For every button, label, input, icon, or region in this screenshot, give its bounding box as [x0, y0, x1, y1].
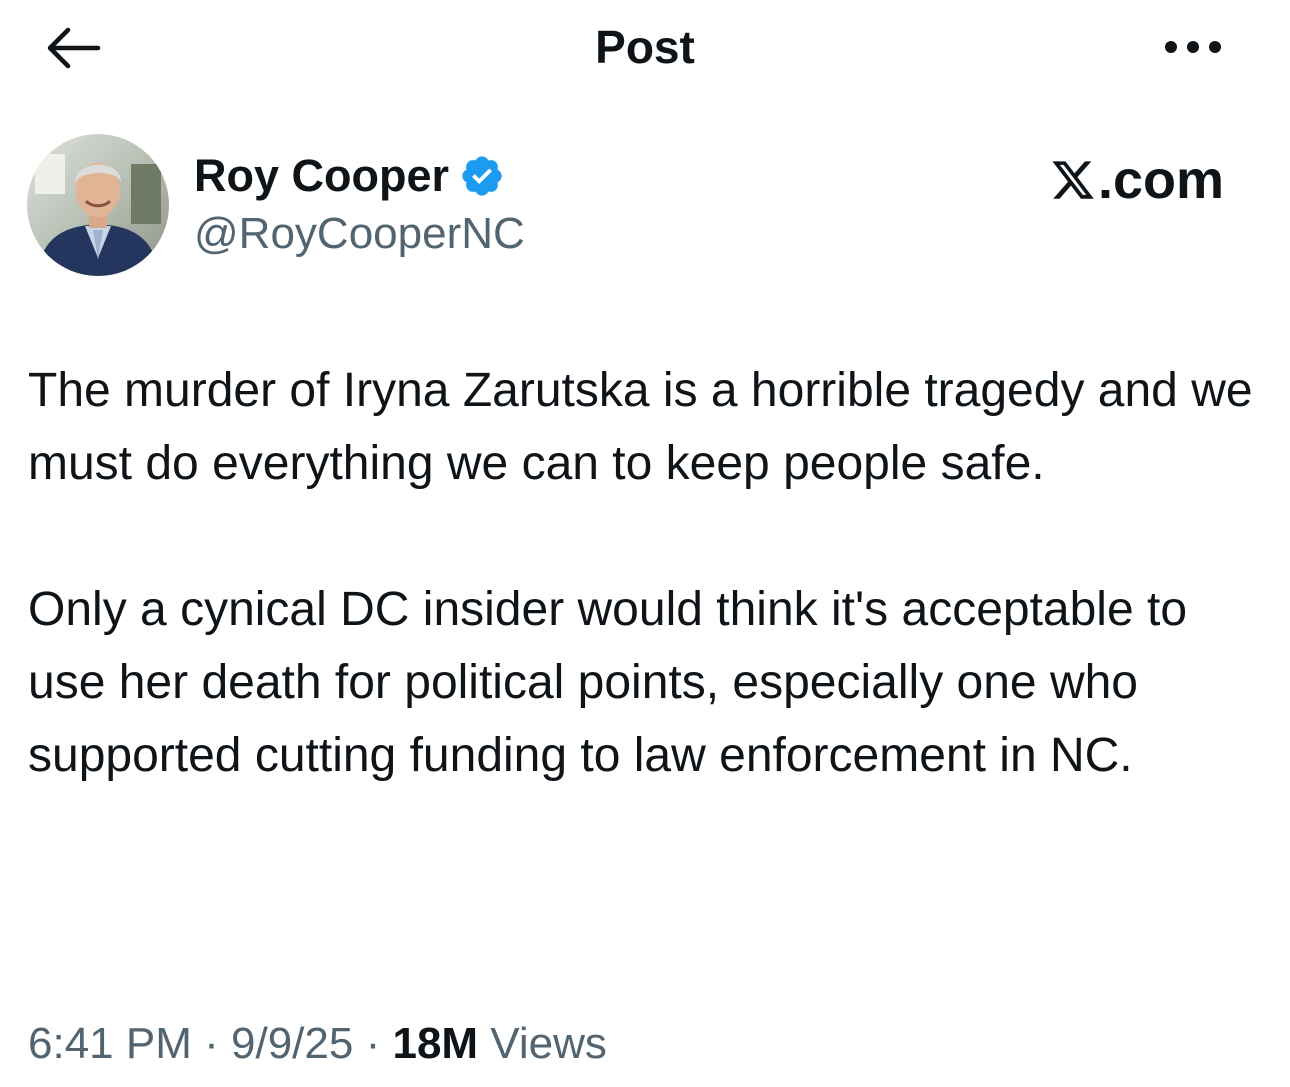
x-logo-icon [1052, 161, 1094, 199]
verified-badge-icon [459, 153, 505, 199]
tweet-paragraph: Only a cynical DC insider would think it… [28, 583, 1188, 782]
top-bar: Post [0, 0, 1290, 96]
author-handle[interactable]: @RoyCooperNC [194, 206, 525, 262]
tweet-text: The murder of Iryna Zarutska is a horrib… [28, 354, 1258, 792]
meta-separator: · [365, 1019, 381, 1068]
meta-separator: · [204, 1019, 219, 1068]
source-label: .com [1098, 150, 1225, 210]
page-title: Post [595, 21, 695, 73]
post-date[interactable]: 9/9/25 [231, 1019, 353, 1068]
avatar[interactable] [27, 134, 169, 276]
source-watermark: .com [1050, 150, 1224, 210]
views-label: Views [490, 1019, 607, 1068]
views-count: 18M [392, 1019, 479, 1068]
more-horizontal-icon [1165, 41, 1221, 53]
profile-photo [27, 134, 169, 276]
tweet-metadata: 6:41 PM · 9/9/25 · 18M Views [28, 1016, 607, 1072]
post-time[interactable]: 6:41 PM [28, 1019, 192, 1068]
tweet-paragraph: The murder of Iryna Zarutska is a horrib… [28, 364, 1253, 490]
more-options-button[interactable] [1158, 22, 1228, 72]
author-name-row: Roy Cooper [194, 148, 505, 204]
author-name[interactable]: Roy Cooper [194, 148, 449, 204]
